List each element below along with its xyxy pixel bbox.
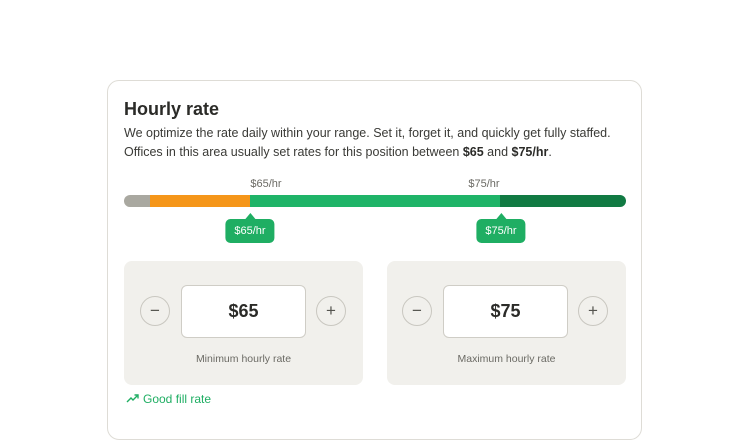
max-rate-input[interactable]: $75 xyxy=(443,285,568,338)
card-description: We optimize the rate daily within your r… xyxy=(124,124,634,162)
min-rate-input[interactable]: $65 xyxy=(181,285,306,338)
description-line-2: Offices in this area usually set rates f… xyxy=(124,145,552,159)
max-rate-handle-label: $75/hr xyxy=(476,219,526,243)
card-title: Hourly rate xyxy=(124,99,220,119)
decrease-max-button[interactable]: − xyxy=(402,296,432,326)
trend-up-icon xyxy=(126,392,139,406)
min-rate-caption: Minimum hourly rate xyxy=(195,353,292,365)
decrease-min-button[interactable]: − xyxy=(140,296,170,326)
track-segment-high xyxy=(500,195,626,207)
good-fill-rate-link[interactable]: Good fill rate xyxy=(126,392,211,406)
maximum-rate-panel: − $75 + Maximum hourly rate xyxy=(387,261,626,385)
typical-low-rate: $65 xyxy=(462,145,484,159)
description-line-1: We optimize the rate daily within your r… xyxy=(124,126,611,140)
increase-min-button[interactable]: + xyxy=(316,296,346,326)
track-segment-low xyxy=(150,195,250,207)
track-segment-below xyxy=(124,195,150,207)
minimum-rate-panel: − $65 + Minimum hourly rate xyxy=(124,261,363,385)
track-segment-selected xyxy=(250,195,500,207)
max-rate-handle[interactable]: $75/hr xyxy=(476,213,526,243)
typical-high-rate: $75/hr xyxy=(511,145,549,159)
range-tick-low: $65/hr xyxy=(250,178,282,190)
max-rate-caption: Maximum hourly rate xyxy=(457,353,556,365)
rate-range-track[interactable] xyxy=(124,195,626,207)
min-rate-handle-label: $65/hr xyxy=(225,219,275,243)
min-rate-handle[interactable]: $65/hr xyxy=(225,213,275,243)
link-label: Good fill rate xyxy=(143,392,212,406)
range-tick-high: $75/hr xyxy=(468,178,500,190)
increase-max-button[interactable]: + xyxy=(578,296,608,326)
